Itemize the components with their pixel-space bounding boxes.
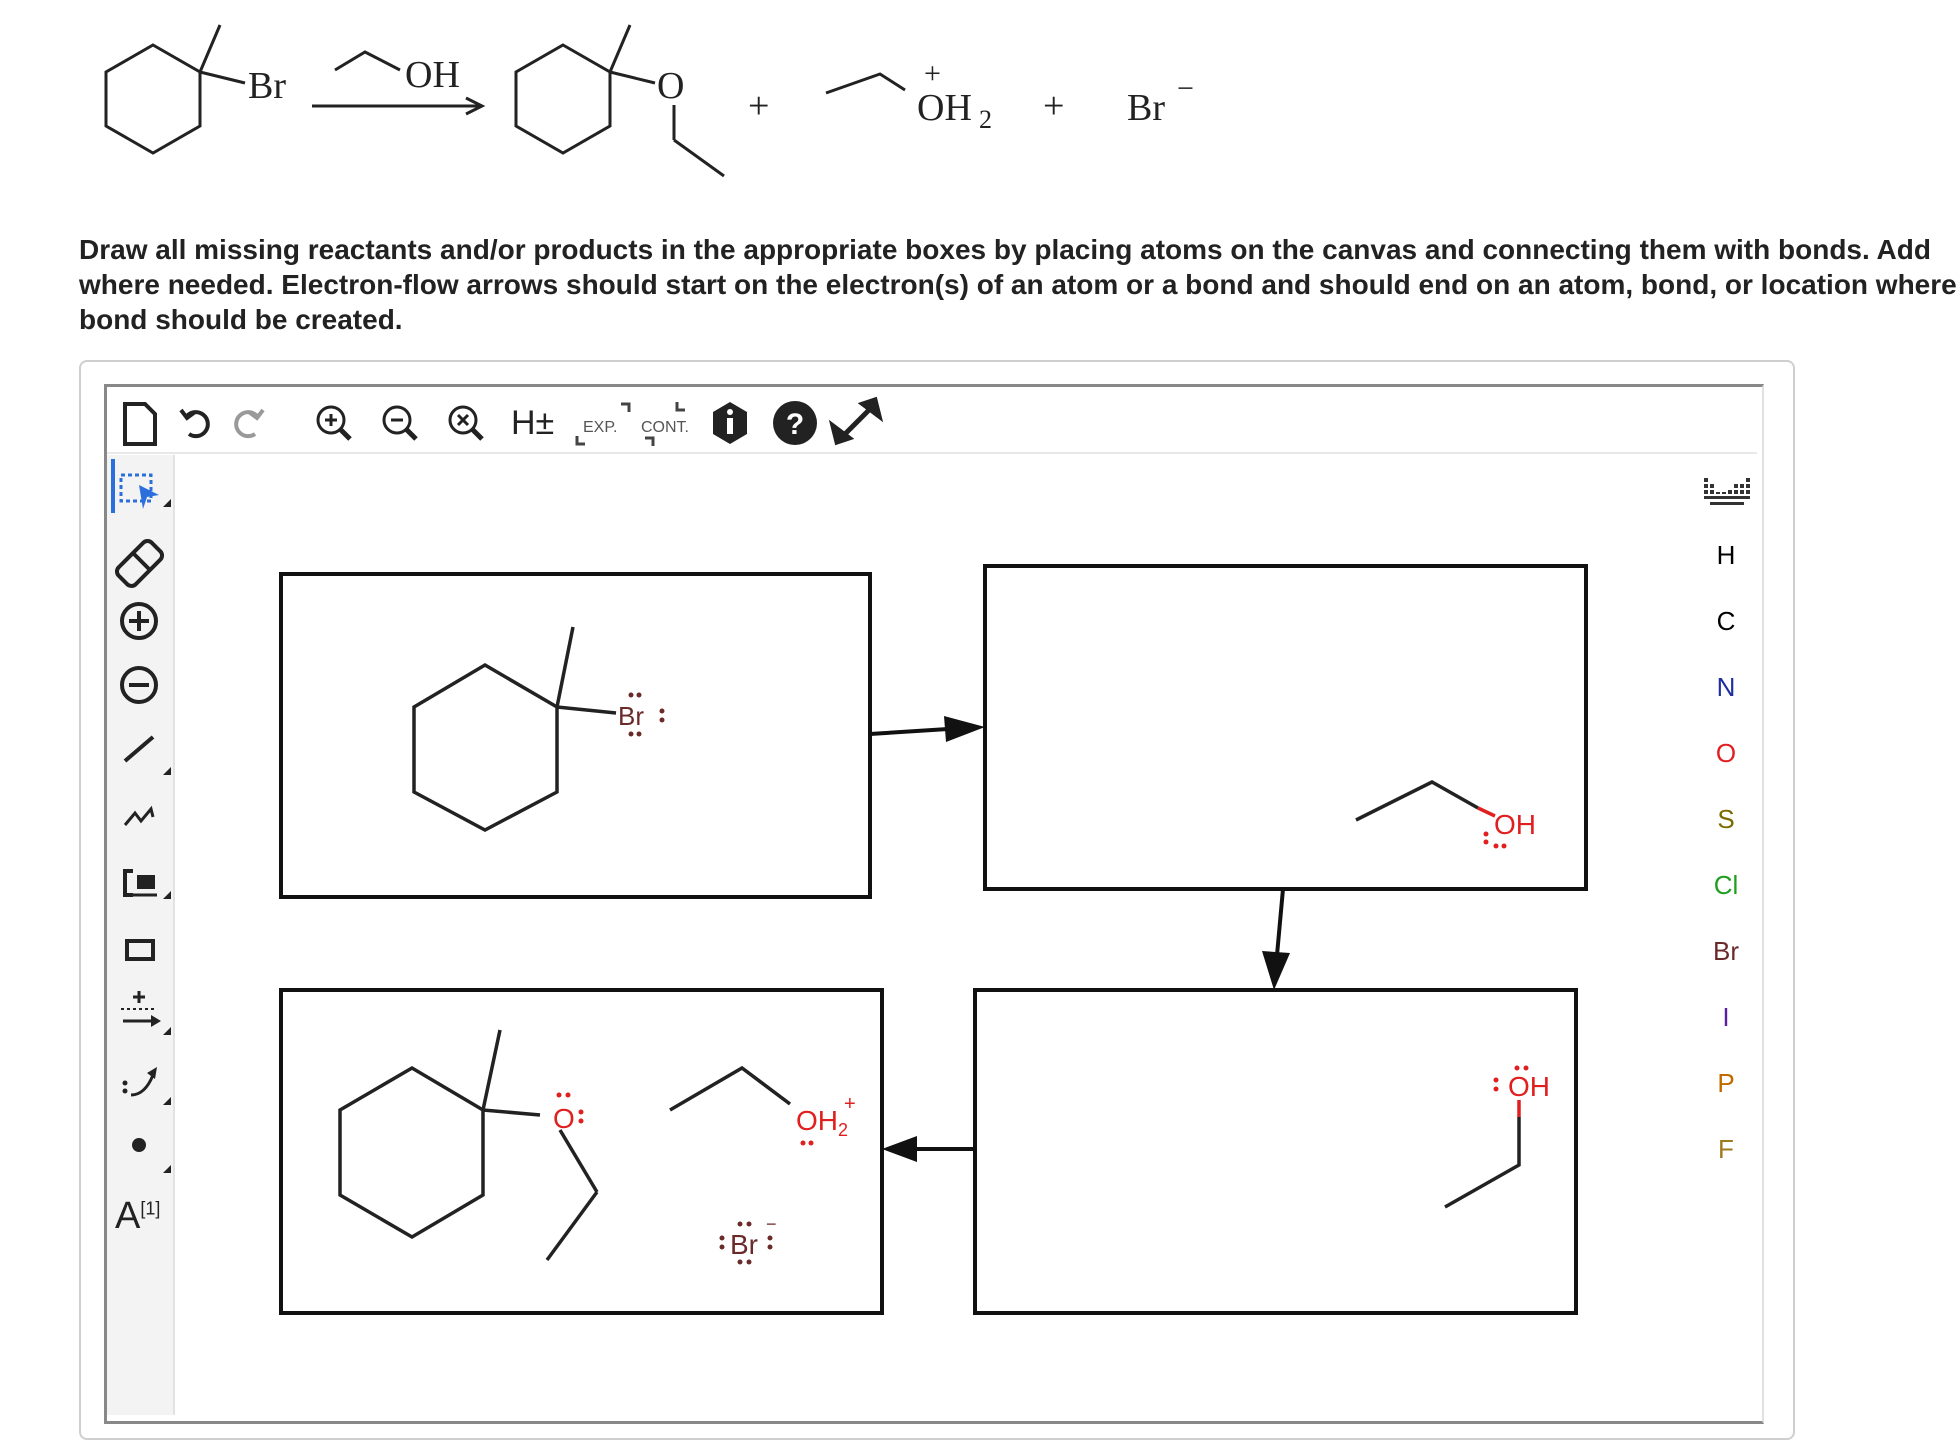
reaction-equation: Br OH O + + OH 2 + Br −	[104, 24, 1194, 178]
zoom-out-icon[interactable]	[382, 405, 418, 441]
element-br-label: Br	[1713, 936, 1739, 966]
contract-button[interactable]: CONT.	[641, 402, 689, 446]
reactant-ring	[104, 43, 202, 155]
instructions-line-2: where needed. Electron-flow arrows shoul…	[79, 269, 1957, 300]
toolbar-icons: H± EXP. CONT. ?	[123, 396, 884, 446]
element-f-label: F	[1718, 1134, 1734, 1164]
arrow-box1-to-box2[interactable]	[869, 716, 985, 742]
element-cl-label: Cl	[1713, 870, 1739, 900]
box4-oh2-charge: +	[844, 1093, 856, 1115]
chain-tool-icon[interactable]	[123, 805, 155, 826]
eq-plus-2: +	[1043, 85, 1064, 127]
eq-reactant-br: Br	[248, 65, 286, 107]
select-tool[interactable]	[111, 459, 171, 513]
text-tool-sup: [1]	[140, 1198, 161, 1219]
zoom-reset-icon[interactable]	[448, 405, 484, 441]
text-tool-label: A	[115, 1195, 141, 1237]
reaction-arrow-tool-icon[interactable]	[121, 991, 171, 1035]
eq-oh2-charge: +	[924, 57, 941, 90]
undo-icon[interactable]	[179, 408, 210, 439]
element-i[interactable]: I	[1700, 1002, 1752, 1033]
element-n[interactable]: N	[1700, 672, 1752, 703]
element-f[interactable]: F	[1700, 1134, 1752, 1165]
element-cl[interactable]: Cl	[1700, 870, 1752, 901]
product-ring	[514, 43, 612, 155]
eq-oh2-label: OH	[917, 87, 972, 129]
element-p[interactable]: P	[1700, 1068, 1752, 1099]
negative-charge-icon[interactable]	[120, 666, 158, 704]
text-tool[interactable]: A[1]	[115, 1195, 160, 1238]
instructions-line-1: Draw all missing reactants and/or produc…	[79, 234, 1931, 265]
eq-product-o: O	[657, 65, 684, 107]
cont-label: CONT.	[641, 419, 689, 436]
radical-dot-icon[interactable]	[132, 1138, 171, 1173]
element-palette	[1700, 455, 1762, 1415]
eq-bromide: Br	[1127, 87, 1165, 129]
eq-bromide-charge: −	[1177, 72, 1194, 105]
element-c-label: C	[1716, 606, 1736, 636]
box4-oh2-sub: 2	[838, 1120, 848, 1140]
redo-icon[interactable]	[234, 408, 265, 439]
box4-oh2-label: OH	[796, 1105, 838, 1136]
cursor-arrow-icon	[139, 485, 159, 509]
help-icon[interactable]: ?	[773, 401, 817, 445]
box-1[interactable]: Br	[279, 572, 872, 899]
box-3[interactable]: OH	[973, 988, 1578, 1315]
element-o-label: O	[1715, 738, 1737, 768]
element-h[interactable]: H	[1700, 540, 1752, 571]
element-c[interactable]: C	[1700, 606, 1752, 637]
element-i-label: I	[1722, 1002, 1730, 1032]
rectangle-tool-icon[interactable]	[125, 939, 155, 961]
box4-o-label: O	[553, 1103, 575, 1134]
eraser-icon[interactable]	[115, 539, 164, 588]
element-s-label: S	[1717, 804, 1735, 834]
box4-br-label: Br	[730, 1229, 758, 1260]
eq-plus-1: +	[748, 85, 769, 127]
box2-oh-label: OH	[1494, 809, 1536, 840]
instructions-line-3: bond should be created.	[79, 304, 403, 335]
arrow-box2-to-box3[interactable]	[1262, 888, 1290, 990]
eq-reagent-oh: OH	[405, 54, 460, 96]
periodic-table-icon[interactable]	[1702, 474, 1752, 508]
element-s[interactable]: S	[1700, 804, 1752, 835]
element-br[interactable]: Br	[1700, 936, 1752, 967]
arrow-box3-to-box4[interactable]	[882, 1136, 975, 1162]
template-tool-icon[interactable]	[123, 869, 171, 899]
box4-br-charge: −	[766, 1214, 777, 1234]
expand-button[interactable]: EXP.	[575, 402, 631, 446]
electron-flow-arrow-icon[interactable]	[122, 1067, 172, 1105]
element-h-label: H	[1716, 540, 1736, 570]
h-toggle-button[interactable]: H±	[511, 404, 554, 442]
zoom-in-icon[interactable]	[316, 405, 352, 441]
element-o[interactable]: O	[1700, 738, 1752, 769]
instructions: Draw all missing reactants and/or produc…	[79, 232, 1958, 337]
element-n-label: N	[1716, 672, 1736, 702]
left-tool-icons	[111, 459, 172, 1173]
exp-label: EXP.	[583, 419, 617, 436]
element-p-label: P	[1717, 1068, 1735, 1098]
fullscreen-icon[interactable]	[828, 396, 884, 446]
info-icon[interactable]	[713, 402, 747, 444]
drawing-canvas[interactable]: Br OH OH O OH 2 + Br −	[177, 456, 1697, 1406]
bond-tool-icon[interactable]	[123, 735, 171, 775]
box1-br-label: Br	[618, 701, 644, 731]
eq-oh2-sub: 2	[979, 105, 992, 134]
box3-oh-label: OH	[1508, 1071, 1550, 1102]
positive-charge-icon[interactable]	[120, 602, 158, 640]
box-4[interactable]: O OH 2 + Br −	[279, 988, 884, 1315]
new-document-icon[interactable]	[123, 402, 157, 446]
box-2[interactable]: OH	[983, 564, 1588, 891]
svg-text:?: ?	[786, 408, 804, 441]
